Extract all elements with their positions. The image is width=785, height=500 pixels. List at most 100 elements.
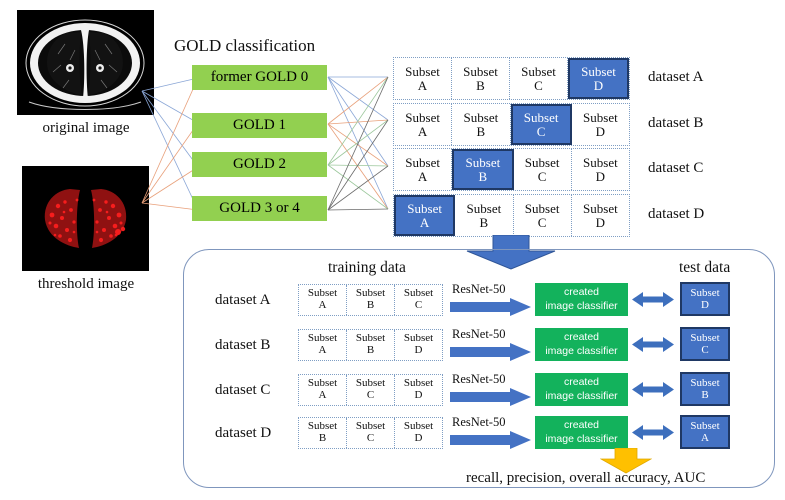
training-subset-line2: A (318, 389, 327, 401)
training-subset-cell[interactable]: Subset B (347, 285, 395, 315)
subset-cell-line1: Subset (466, 200, 502, 216)
training-subset-cell[interactable]: Subset B (299, 418, 347, 448)
subset-cell-selected[interactable]: Subset A (394, 195, 456, 236)
gold-class-box-3[interactable]: GOLD 3 or 4 (192, 196, 327, 221)
training-data-title: training data (328, 259, 406, 276)
subset-cell[interactable]: Subset A (394, 149, 453, 190)
training-subset-cell[interactable]: Subset D (395, 375, 442, 405)
subset-cell-line1: Subset (465, 154, 501, 170)
test-subset-box-2[interactable]: Subset B (680, 372, 730, 406)
training-row-3: Subset B Subset C Subset D (298, 417, 443, 449)
classifier-box-3[interactable]: created image classifier (535, 416, 628, 449)
split-grid-row-2: Subset A Subset B Subset C Subset D (393, 148, 630, 191)
training-subset-cell[interactable]: Subset A (299, 330, 347, 360)
training-subset-cell[interactable]: Subset D (395, 418, 442, 448)
test-data-title: test data (679, 259, 731, 276)
metrics-label: recall, precision, overall accuracy, AUC (466, 470, 706, 486)
training-subset-cell[interactable]: Subset C (395, 285, 442, 315)
subset-cell-line2: C (536, 123, 546, 139)
eval-double-arrow-icon-2 (632, 382, 674, 397)
split-grid-dataset-label-2: dataset C (648, 160, 704, 176)
subset-cell-line1: Subset (405, 109, 440, 125)
split-grid-row-1: Subset A Subset B Subset C Subset D (393, 103, 630, 146)
split-grid-row-0: Subset A Subset B Subset C Subset D (393, 57, 630, 100)
subset-cell-line1: Subset (523, 109, 559, 125)
subset-cell[interactable]: Subset C (513, 195, 572, 236)
test-subset-line2: A (701, 432, 709, 444)
threshold-image-graphic (22, 166, 149, 271)
experiment-dataset-label-0: dataset A (215, 292, 271, 308)
model-label-0: ResNet-50 (452, 282, 506, 296)
subset-cell-selected[interactable]: Subset D (568, 58, 629, 99)
test-subset-line2: D (701, 299, 709, 311)
training-subset-cell[interactable]: Subset B (347, 330, 395, 360)
subset-cell[interactable]: Subset D (571, 149, 629, 190)
test-subset-box-1[interactable]: Subset C (680, 327, 730, 361)
classifier-box-2[interactable]: created image classifier (535, 373, 628, 406)
subset-cell[interactable]: Subset B (455, 195, 514, 236)
experiment-dataset-label-3: dataset D (215, 425, 272, 441)
test-subset-line1: Subset (690, 376, 720, 389)
subset-cell[interactable]: Subset C (510, 58, 568, 99)
subset-cell-line1: Subset (583, 200, 618, 216)
training-subset-cell[interactable]: Subset D (395, 330, 442, 360)
test-subset-line1: Subset (690, 419, 720, 432)
subset-cell-line2: C (537, 168, 547, 184)
gold-class-box-0[interactable]: former GOLD 0 (192, 65, 327, 90)
gold-class-label: GOLD 2 (233, 156, 286, 172)
training-subset-cell[interactable]: Subset A (299, 285, 347, 315)
training-subset-line2: D (414, 389, 423, 401)
classifier-line2: image classifier (545, 432, 618, 445)
training-subset-line2: B (366, 299, 375, 311)
threshold-image-caption: threshold image (37, 276, 135, 292)
gold-class-box-2[interactable]: GOLD 2 (192, 152, 327, 177)
training-arrow-icon-1 (450, 343, 531, 361)
subset-cell[interactable]: Subset D (571, 195, 629, 236)
classifier-line1: created (563, 419, 600, 432)
test-subset-box-3[interactable]: Subset A (680, 415, 730, 449)
classifier-box-0[interactable]: created image classifier (535, 283, 628, 316)
training-subset-cell[interactable]: Subset C (347, 375, 395, 405)
classifier-line1: created (563, 376, 600, 389)
classifier-line1: created (563, 331, 600, 344)
test-subset-line2: B (701, 389, 709, 401)
training-subset-line2: D (414, 344, 423, 356)
threshold-image (22, 166, 149, 271)
training-arrow-icon-2 (450, 388, 531, 406)
original-image-graphic (17, 10, 154, 115)
subset-cell-line2: B (476, 123, 486, 139)
model-label-3: ResNet-50 (452, 415, 506, 429)
training-subset-line2: C (414, 299, 423, 311)
classifier-line2: image classifier (545, 389, 618, 402)
classifier-line2: image classifier (545, 344, 618, 357)
subset-cell-line2: D (595, 214, 606, 230)
subset-cell-line2: A (419, 214, 430, 230)
model-label-2: ResNet-50 (452, 372, 506, 386)
classifier-box-1[interactable]: created image classifier (535, 328, 628, 361)
eval-double-arrow-icon-0 (632, 292, 674, 307)
subset-cell-selected[interactable]: Subset C (510, 104, 572, 145)
subset-cell[interactable]: Subset A (394, 58, 452, 99)
subset-cell-line2: A (417, 168, 428, 184)
subset-cell[interactable]: Subset A (394, 104, 453, 145)
classifier-line2: image classifier (545, 299, 618, 312)
subset-cell-line2: B (478, 168, 488, 184)
gold-class-box-1[interactable]: GOLD 1 (192, 113, 327, 138)
gold-to-subset-connectors (327, 76, 389, 211)
subset-cell[interactable]: Subset D (571, 104, 629, 145)
test-subset-box-0[interactable]: Subset D (680, 282, 730, 316)
subset-cell-line2: C (537, 214, 547, 230)
subset-cell-selected[interactable]: Subset B (452, 149, 514, 190)
training-subset-cell[interactable]: Subset C (347, 418, 395, 448)
gold-classification-title: GOLD classification (174, 36, 316, 55)
training-row-2: Subset A Subset C Subset D (298, 374, 443, 406)
test-subset-line1: Subset (690, 286, 720, 299)
training-subset-cell[interactable]: Subset A (299, 375, 347, 405)
subset-cell[interactable]: Subset B (452, 104, 511, 145)
subset-cell-line2: C (534, 77, 543, 93)
subset-cell[interactable]: Subset B (452, 58, 510, 99)
original-image (17, 10, 154, 115)
subset-cell-line1: Subset (583, 154, 618, 170)
subset-cell-line2: D (595, 168, 606, 184)
subset-cell[interactable]: Subset C (513, 149, 572, 190)
